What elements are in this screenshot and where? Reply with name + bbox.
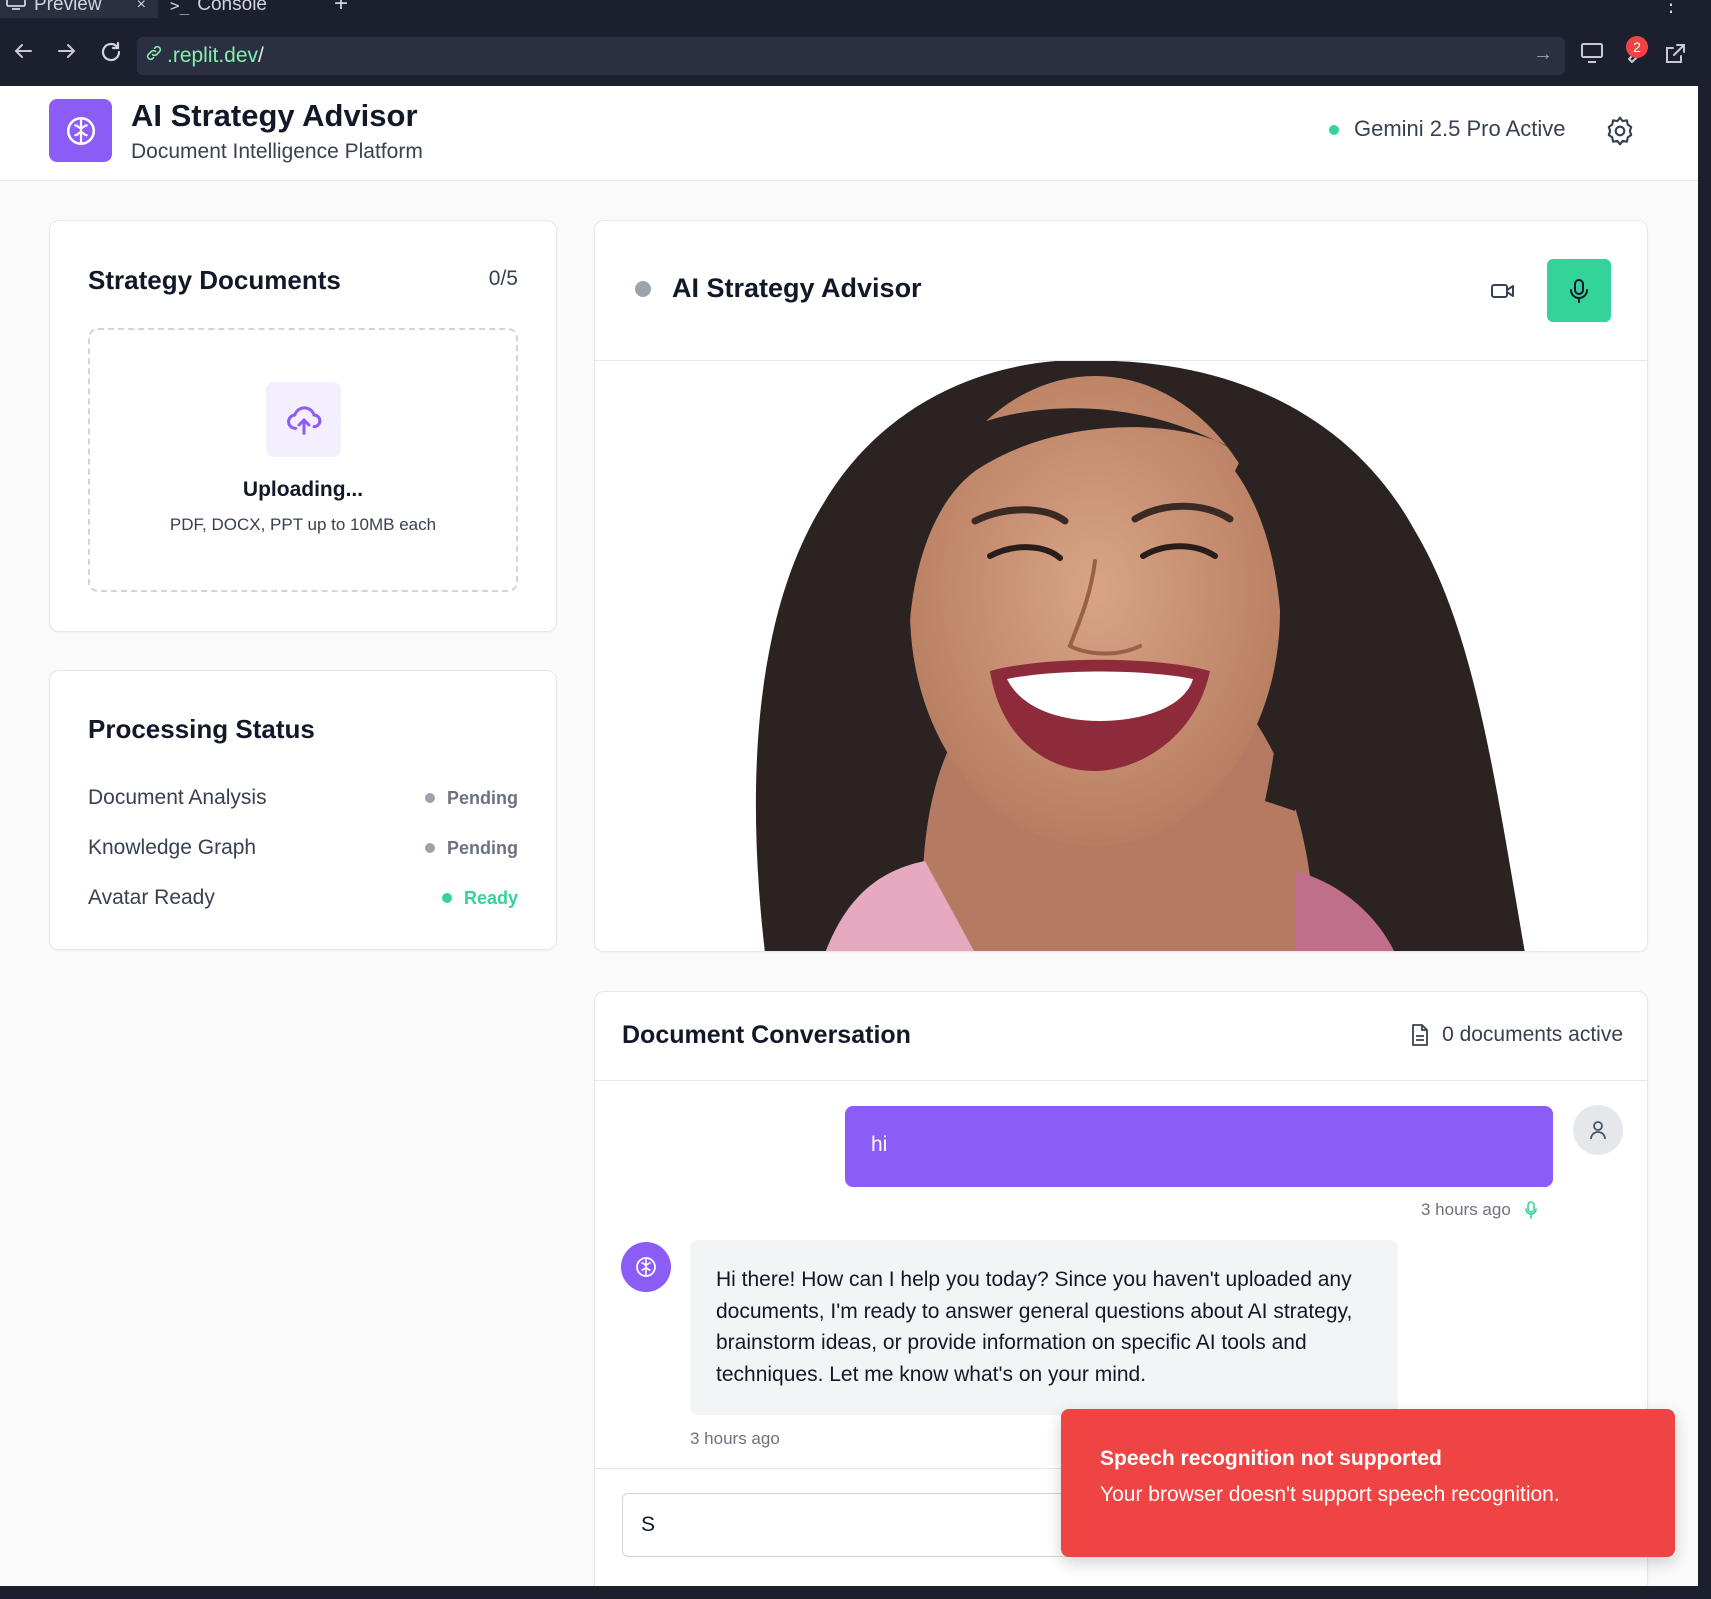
browser-tab-bar: Preview × >_ Console + ⋮: [0, 0, 1711, 18]
toast-description: Your browser doesn't support speech reco…: [1100, 1483, 1560, 1506]
video-mic-indicator: [1549, 849, 1619, 919]
app-title: AI Strategy Advisor: [131, 98, 418, 133]
documents-active: 0 documents active: [1410, 1023, 1623, 1047]
go-arrow-icon[interactable]: →: [1533, 43, 1553, 66]
new-tab-button[interactable]: +: [334, 0, 348, 18]
status-dot: [425, 793, 435, 803]
status-label: Document Analysis: [88, 786, 267, 809]
status-label: Knowledge Graph: [88, 836, 257, 859]
app-viewport: AI Strategy Advisor Document Intelligenc…: [0, 86, 1698, 1586]
video-camera-icon[interactable]: [1490, 281, 1516, 306]
reload-icon[interactable]: [98, 40, 124, 70]
url-field[interactable]: .replit.dev / →: [137, 37, 1565, 75]
documents-count: 0/5: [488, 267, 518, 290]
brain-logo-icon: [49, 99, 112, 162]
documents-active-text: 0 documents active: [1442, 1023, 1623, 1046]
settings-gear-icon[interactable]: [1604, 115, 1636, 152]
error-toast[interactable]: Speech recognition not supported Your br…: [1061, 1409, 1675, 1557]
status-badge: Pending: [425, 838, 518, 859]
user-message-time: 3 hours ago: [1421, 1200, 1511, 1219]
external-link-icon[interactable]: [1663, 42, 1687, 72]
toast-title: Speech recognition not supported: [1100, 1447, 1442, 1470]
status-text: Pending: [447, 787, 518, 808]
status-row: Avatar Ready Ready: [88, 883, 518, 913]
status-row: Document Analysis Pending: [88, 783, 518, 813]
terminal-icon: >_: [170, 0, 190, 15]
address-bar-row: .replit.dev / → 2: [0, 18, 1711, 86]
status-label: Avatar Ready: [88, 886, 215, 909]
link-icon: [145, 44, 163, 68]
tab-preview[interactable]: Preview ×: [0, 0, 158, 18]
devices-icon[interactable]: [1580, 42, 1604, 70]
user-avatar-icon: [1573, 1105, 1623, 1155]
advisor-header: AI Strategy Advisor: [595, 221, 1647, 361]
connection-status-dot: [635, 281, 651, 297]
user-message-bubble: hi: [845, 1106, 1553, 1187]
tab-preview-label: Preview: [34, 0, 102, 15]
status-row: Knowledge Graph Pending: [88, 833, 518, 863]
conversation-title: Document Conversation: [622, 1021, 911, 1049]
window-bottom-edge: [0, 1586, 1711, 1599]
model-status-dot: [1329, 125, 1339, 135]
model-status: Gemini 2.5 Pro Active: [1354, 116, 1566, 141]
window-edge: [1698, 86, 1711, 1586]
strategy-documents-card: Strategy Documents 0/5 Uploading... PDF,…: [49, 220, 557, 632]
conversation-header: Document Conversation 0 documents active: [595, 992, 1647, 1081]
back-arrow-icon[interactable]: [10, 40, 36, 68]
status-badge: Ready: [441, 887, 518, 909]
processing-status-card: Processing Status Document Analysis Pend…: [49, 670, 557, 950]
notification-badge: 2: [1626, 36, 1648, 58]
cloud-upload-icon: [266, 382, 341, 457]
avatar-portrait-image: [595, 361, 1647, 951]
avatar-video: [595, 361, 1647, 951]
url-host: .replit.dev: [167, 44, 259, 67]
documents-title: Strategy Documents: [88, 265, 341, 295]
tab-console-label: Console: [197, 0, 267, 15]
url-path: /: [258, 44, 264, 67]
user-message-meta: 3 hours ago: [1421, 1200, 1537, 1220]
advisor-title: AI Strategy Advisor: [672, 273, 922, 303]
more-vertical-icon[interactable]: ⋮: [1661, 0, 1681, 17]
status-dot: [425, 843, 435, 853]
tab-console[interactable]: >_ Console: [158, 0, 318, 18]
upload-hint: PDF, DOCX, PPT up to 10MB each: [169, 515, 437, 534]
upload-title: Uploading...: [242, 478, 364, 501]
monitor-icon: [6, 0, 26, 16]
voice-input-mic-icon: [1524, 1201, 1537, 1219]
microphone-button[interactable]: [1547, 259, 1611, 322]
app-header: AI Strategy Advisor Document Intelligenc…: [0, 86, 1698, 181]
status-text: Pending: [447, 837, 518, 858]
assistant-avatar-brain-icon: [621, 1242, 671, 1292]
assistant-message-bubble: Hi there! How can I help you today? Sinc…: [690, 1240, 1398, 1415]
file-text-icon: [1412, 1024, 1428, 1046]
app-subtitle: Document Intelligence Platform: [131, 140, 423, 163]
assistant-message-time: 3 hours ago: [690, 1429, 780, 1448]
status-text: Ready: [463, 887, 518, 908]
status-dot: [441, 893, 452, 903]
status-badge: Pending: [425, 788, 518, 809]
advisor-video-card: AI Strategy Advisor: [594, 220, 1648, 952]
close-icon[interactable]: ×: [137, 0, 146, 14]
processing-title: Processing Status: [88, 714, 315, 744]
upload-dropzone[interactable]: Uploading... PDF, DOCX, PPT up to 10MB e…: [88, 328, 518, 592]
microphone-icon: [1579, 873, 1589, 888]
microphone-icon: [1570, 278, 1588, 303]
forward-arrow-icon[interactable]: [54, 40, 80, 68]
